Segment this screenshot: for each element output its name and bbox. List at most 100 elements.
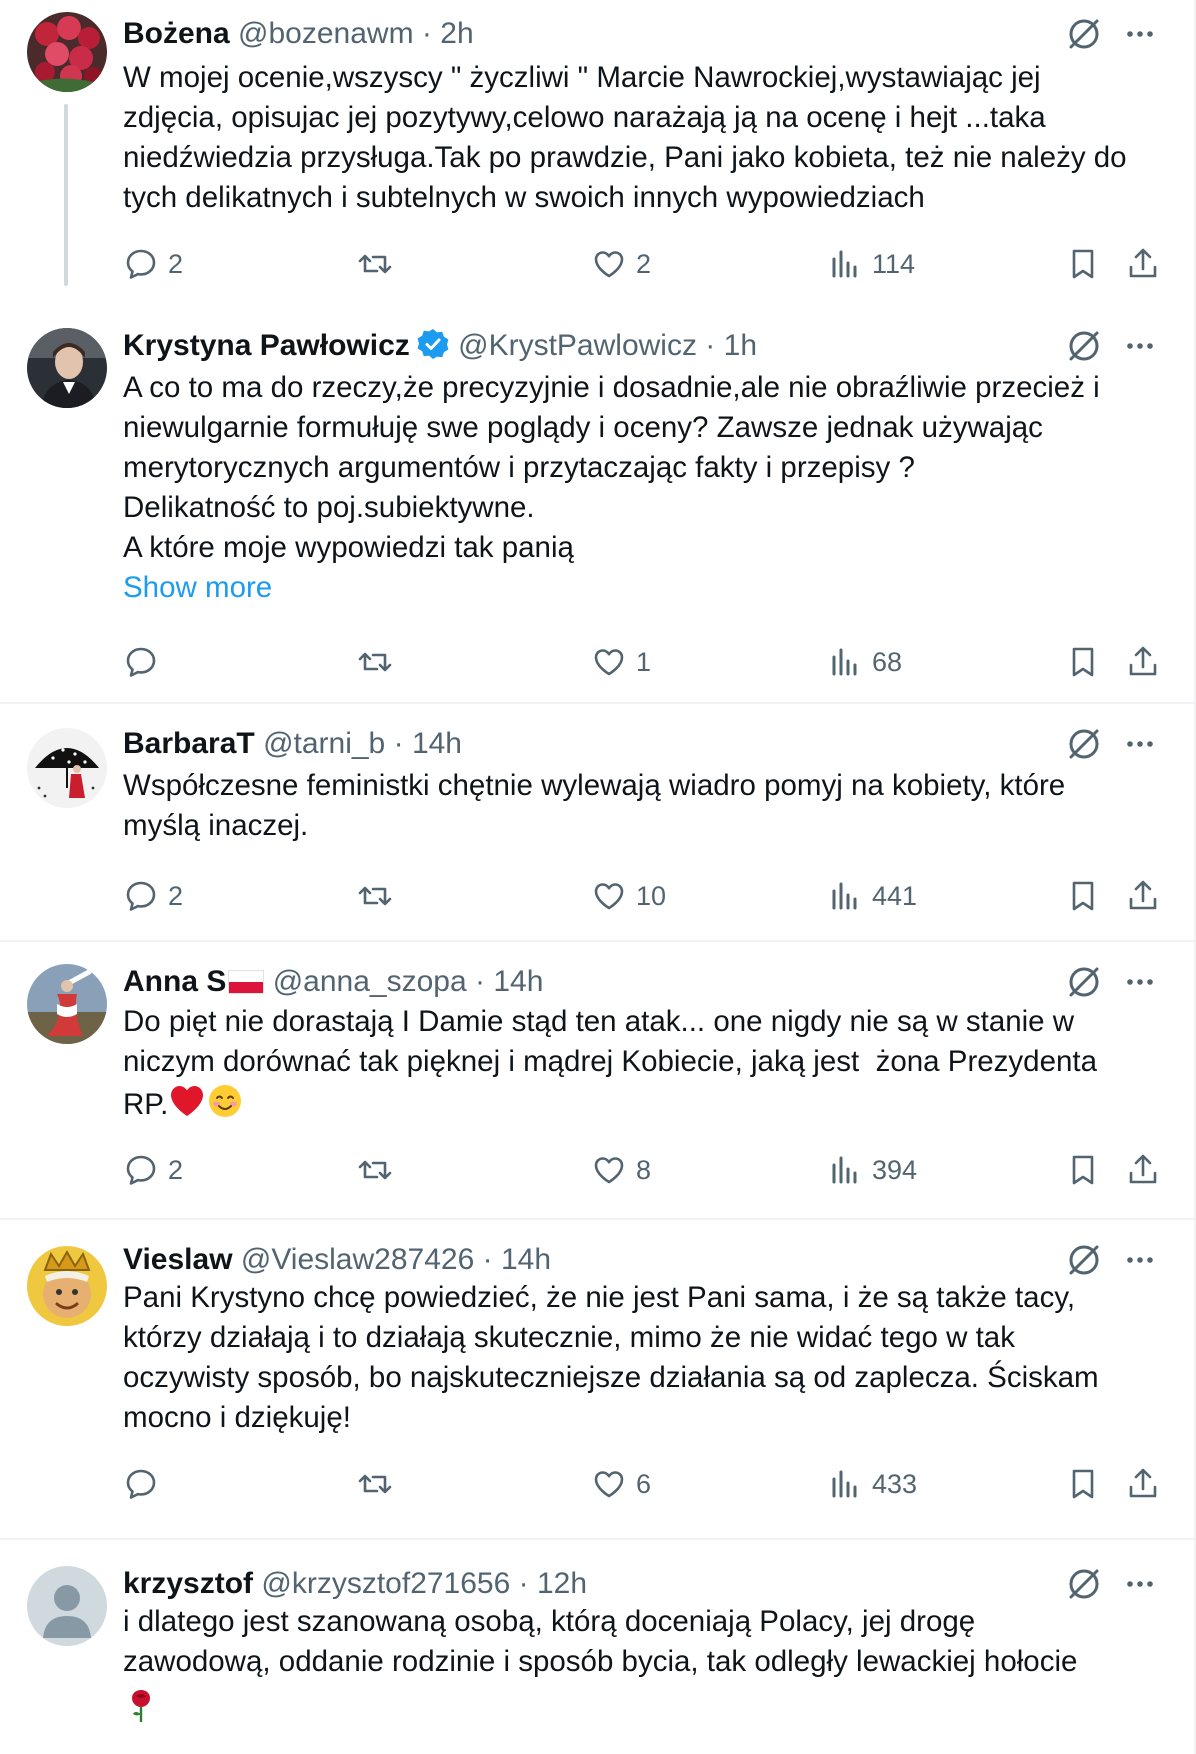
- timestamp[interactable]: 1h: [724, 329, 757, 362]
- reply-count: 2: [168, 1154, 184, 1185]
- repost-button[interactable]: [356, 1464, 402, 1504]
- avatar[interactable]: [27, 1566, 107, 1646]
- bookmark-button[interactable]: [1064, 642, 1102, 682]
- repost-icon: [358, 652, 392, 672]
- avatar-umbrella-image: [27, 728, 107, 808]
- bookmark-button[interactable]: [1064, 244, 1102, 284]
- share-button[interactable]: [1124, 876, 1162, 916]
- tweet[interactable]: Krystyna Pawłowicz @KrystPawlowicz · 1h …: [0, 310, 1194, 702]
- tweet[interactable]: BarbaraT @tarni_b · 14h Współczesne femi…: [0, 704, 1194, 940]
- views-icon: [832, 1156, 857, 1184]
- tweet-header: krzysztof @krzysztof271656 · 12h: [123, 1564, 587, 1604]
- share-button[interactable]: [1124, 1464, 1162, 1504]
- views-button[interactable]: 433: [826, 1464, 917, 1504]
- reply-button[interactable]: 2: [122, 876, 183, 916]
- tweet-text: i dlatego jest szanowaną osobą, którą do…: [123, 1605, 1078, 1678]
- more-icon[interactable]: [1118, 12, 1162, 56]
- like-button[interactable]: 10: [590, 876, 666, 916]
- reply-button[interactable]: 2: [122, 244, 183, 284]
- like-icon: [594, 883, 624, 910]
- bookmark-icon: [1072, 249, 1094, 279]
- timestamp[interactable]: 2h: [440, 17, 473, 50]
- like-count: 10: [636, 880, 667, 911]
- like-button[interactable]: 2: [590, 244, 651, 284]
- separator-dot: ·: [393, 727, 404, 760]
- more-icon[interactable]: [1118, 1238, 1162, 1282]
- timestamp[interactable]: 14h: [501, 1243, 551, 1276]
- like-button[interactable]: 8: [590, 1150, 651, 1190]
- repost-button[interactable]: [356, 642, 402, 682]
- more-icon[interactable]: [1118, 1562, 1162, 1606]
- bookmark-button[interactable]: [1064, 1150, 1102, 1190]
- like-icon: [594, 1471, 624, 1498]
- reply-button[interactable]: 2: [122, 1150, 183, 1190]
- grok-icon[interactable]: [1062, 12, 1106, 56]
- more-icon[interactable]: [1118, 324, 1162, 368]
- like-icon: [594, 1157, 624, 1184]
- avatar[interactable]: [27, 12, 107, 92]
- author-handle[interactable]: @KrystPawlowicz: [458, 329, 697, 362]
- repost-button[interactable]: [356, 244, 402, 284]
- timestamp[interactable]: 12h: [537, 1567, 587, 1600]
- more-icon[interactable]: [1118, 722, 1162, 766]
- like-button[interactable]: 1: [590, 642, 651, 682]
- avatar[interactable]: [27, 728, 107, 808]
- author-name[interactable]: Bożena: [123, 17, 230, 50]
- author-handle[interactable]: @anna_szopa: [273, 965, 467, 998]
- share-icon: [1129, 880, 1157, 910]
- avatar-crowned-face-image: [27, 1246, 107, 1326]
- tweet-header: BarbaraT @tarni_b · 14h: [123, 724, 462, 764]
- grok-icon[interactable]: [1062, 1562, 1106, 1606]
- views-button[interactable]: 114: [826, 244, 915, 284]
- separator-dot: ·: [705, 329, 716, 362]
- separator-dot: ·: [474, 965, 485, 998]
- reply-button[interactable]: [122, 642, 168, 682]
- avatar[interactable]: [27, 1246, 107, 1326]
- views-button[interactable]: 68: [826, 642, 902, 682]
- reply-icon: [126, 249, 156, 279]
- tweet[interactable]: Vieslaw @Vieslaw287426 · 14h Pani Krysty…: [0, 1220, 1194, 1538]
- bookmark-icon: [1072, 881, 1094, 911]
- share-icon: [1129, 248, 1157, 278]
- like-count: 2: [636, 248, 652, 279]
- author-name[interactable]: Anna S: [123, 965, 226, 998]
- grok-icon[interactable]: [1062, 324, 1106, 368]
- avatar[interactable]: [27, 964, 107, 1044]
- like-button[interactable]: 6: [590, 1464, 651, 1504]
- bookmark-icon: [1072, 1155, 1094, 1185]
- repost-button[interactable]: [356, 1150, 402, 1190]
- views-button[interactable]: 441: [826, 876, 917, 916]
- tweet[interactable]: Anna S @anna_szopa · 14h Do pięt nie dor…: [0, 942, 1194, 1218]
- grok-icon[interactable]: [1062, 960, 1106, 1004]
- bookmark-button[interactable]: [1064, 1464, 1102, 1504]
- timestamp[interactable]: 14h: [493, 965, 543, 998]
- author-name[interactable]: BarbaraT: [123, 727, 255, 760]
- share-button[interactable]: [1124, 642, 1162, 682]
- author-handle[interactable]: @Vieslaw287426: [241, 1243, 474, 1276]
- more-icon[interactable]: [1118, 960, 1162, 1004]
- bookmark-button[interactable]: [1064, 876, 1102, 916]
- share-button[interactable]: [1124, 1150, 1162, 1190]
- share-icon: [1129, 1154, 1157, 1184]
- tweet-header: Vieslaw @Vieslaw287426 · 14h: [123, 1240, 551, 1280]
- timestamp[interactable]: 14h: [412, 727, 462, 760]
- tweet[interactable]: Bożena @bozenawm · 2h W mojej ocenie,wsz…: [0, 0, 1194, 310]
- share-button[interactable]: [1124, 244, 1162, 284]
- author-handle[interactable]: @tarni_b: [263, 727, 385, 760]
- grok-icon[interactable]: [1062, 722, 1106, 766]
- reply-button[interactable]: [122, 1464, 168, 1504]
- reply-count: 2: [168, 880, 184, 911]
- tweet[interactable]: krzysztof @krzysztof271656 · 12h i dlate…: [0, 1540, 1194, 1754]
- views-button[interactable]: 394: [826, 1150, 917, 1190]
- avatar[interactable]: [27, 328, 107, 408]
- author-name[interactable]: krzysztof: [123, 1567, 253, 1600]
- author-handle[interactable]: @bozenawm: [238, 17, 414, 50]
- author-name[interactable]: Vieslaw: [123, 1243, 233, 1276]
- show-more-link[interactable]: Show more: [123, 568, 272, 608]
- tweet-header: Anna S @anna_szopa · 14h: [123, 962, 543, 1002]
- repost-button[interactable]: [356, 876, 402, 916]
- reply-icon: [126, 647, 156, 677]
- author-handle[interactable]: @krzysztof271656: [261, 1567, 510, 1600]
- author-name[interactable]: Krystyna Pawłowicz: [123, 329, 410, 362]
- grok-icon[interactable]: [1062, 1238, 1106, 1282]
